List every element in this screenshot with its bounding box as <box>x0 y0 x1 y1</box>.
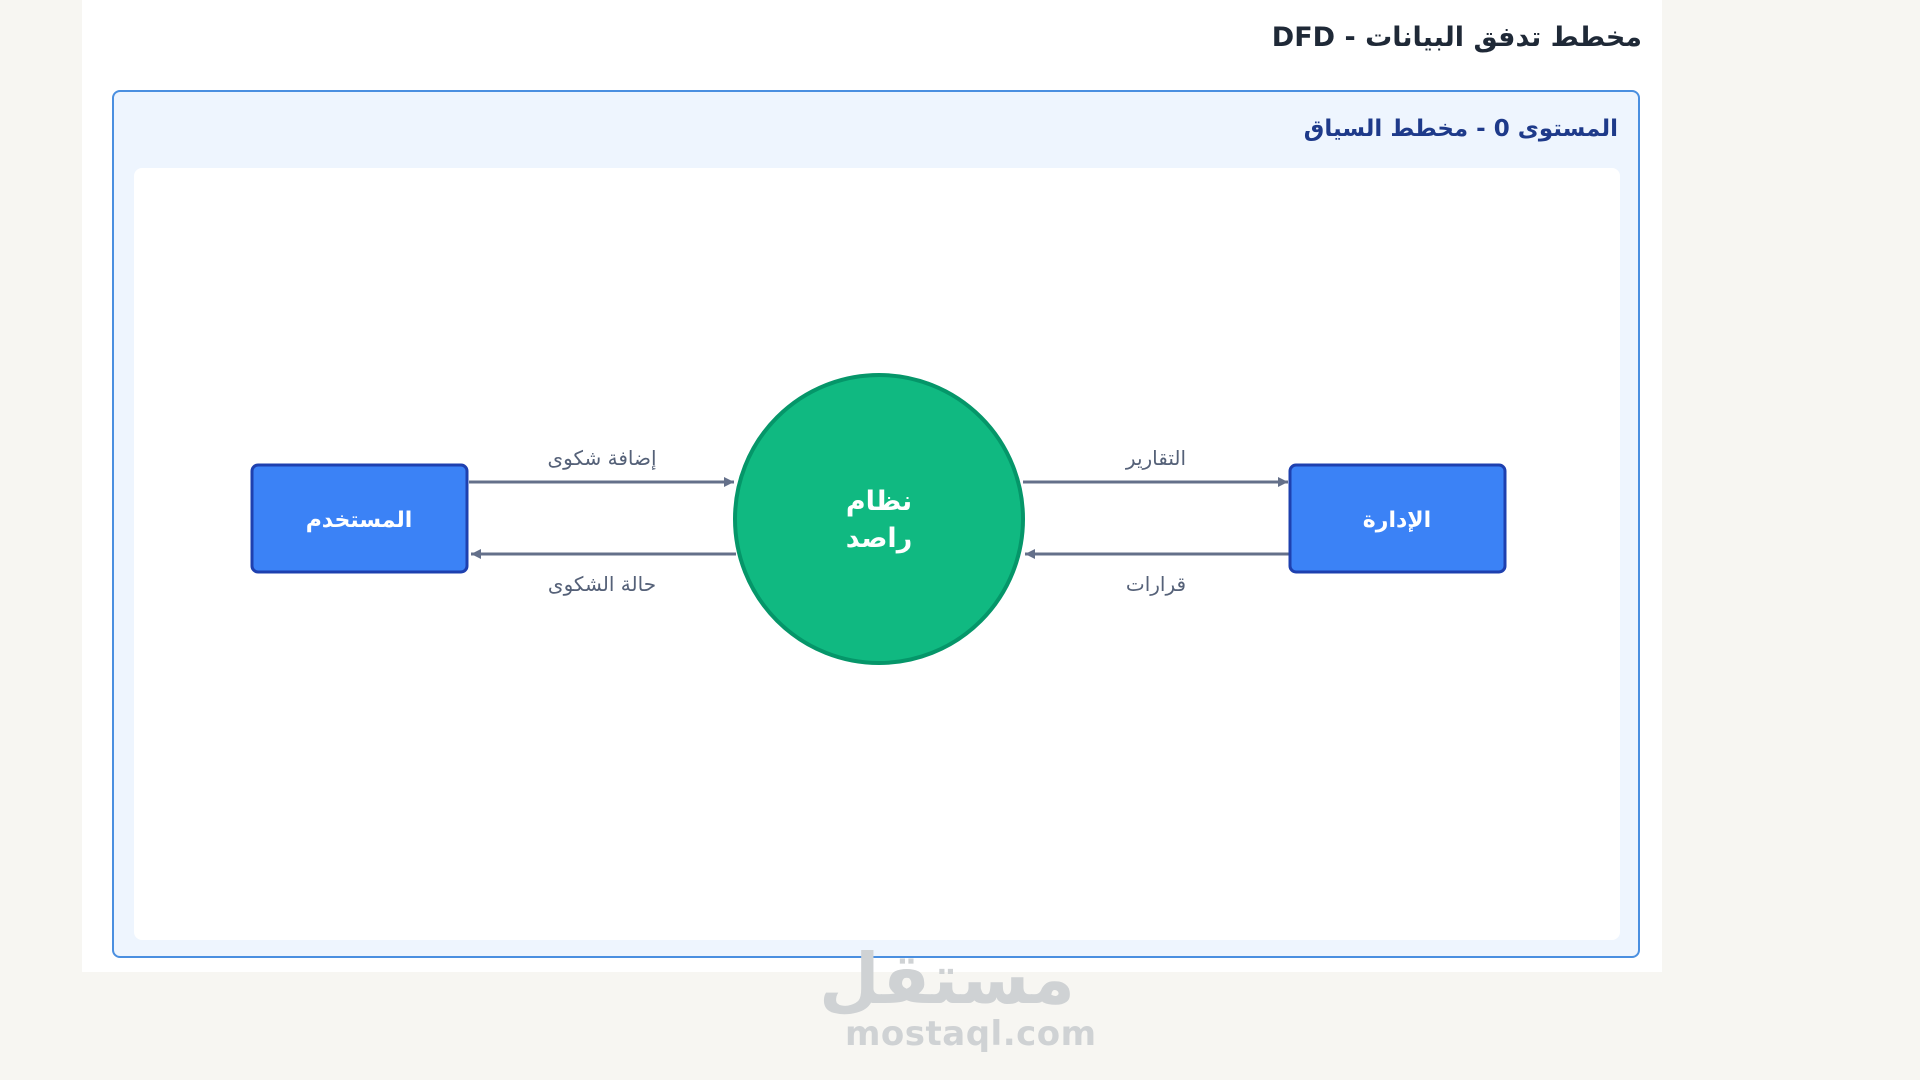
flow-label-decisions: قرارات <box>1126 572 1186 596</box>
entity-user[interactable]: المستخدم <box>250 463 469 574</box>
dfd-diagram: إضافة شكوى حالة الشكوى التقارير قرارات ا… <box>250 373 1507 665</box>
page-title: مخطط تدفق البيانات - DFD <box>1271 22 1642 53</box>
mostaql-watermark: مستقل mostaql.com <box>818 938 1097 1054</box>
flow-label-add-complaint: إضافة شكوى <box>547 446 656 471</box>
process-system-label-line1: نظام <box>846 486 912 517</box>
diagram-canvas: إضافة شكوى حالة الشكوى التقارير قرارات ا… <box>134 168 1620 940</box>
watermark-latin: mostaql.com <box>845 1014 1097 1054</box>
flow-label-complaint-status: حالة الشكوى <box>548 572 656 596</box>
watermark-arabic: مستقل <box>818 938 1075 1020</box>
level-0-title: المستوى 0 - مخطط السياق <box>1303 116 1618 142</box>
dfd-level-0-card: المستوى 0 - مخطط السياق إضافة شكوى حالة … <box>112 90 1640 958</box>
process-system-label-line2: راصد <box>846 523 913 554</box>
page: مخطط تدفق البيانات - DFD المستوى 0 - مخط… <box>82 0 1662 972</box>
entity-admin[interactable]: الإدارة <box>1288 463 1507 574</box>
flow-label-reports: التقارير <box>1125 446 1186 470</box>
process-system[interactable]: نظام راصد <box>733 373 1025 665</box>
entity-user-label: المستخدم <box>306 508 413 533</box>
entity-admin-label: الإدارة <box>1363 508 1431 533</box>
